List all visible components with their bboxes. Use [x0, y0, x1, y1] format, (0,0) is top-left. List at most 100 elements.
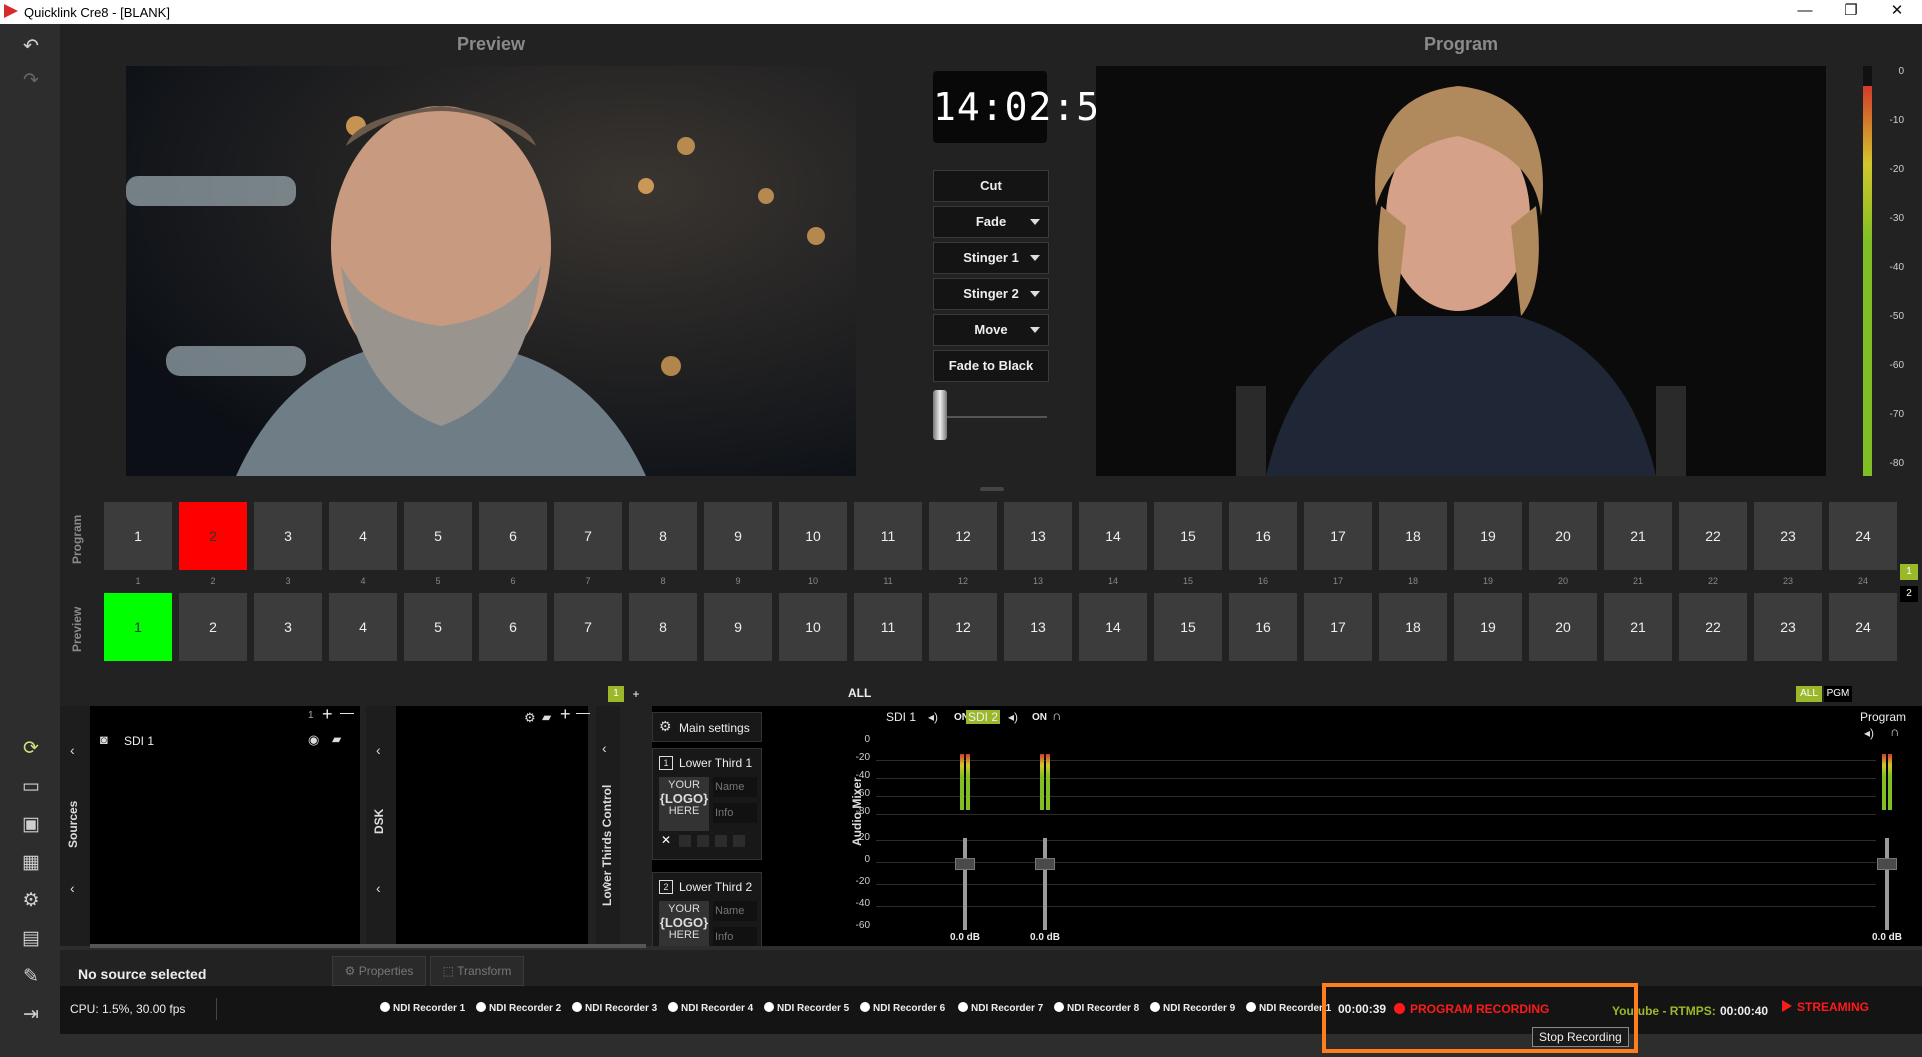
ndi-recorder-item[interactable]: NDI Recorder 4: [668, 1002, 753, 1014]
transform-button[interactable]: ⬚ Transform: [430, 956, 524, 986]
ndi-recorder-item[interactable]: NDI Recorder 6: [860, 1002, 945, 1014]
program-bus-button[interactable]: 14: [1079, 502, 1147, 570]
preview-bus-button[interactable]: 3: [254, 593, 322, 661]
logo-placeholder[interactable]: YOUR {LOGO} HERE: [659, 901, 709, 947]
chevron-down-icon[interactable]: [1030, 291, 1040, 297]
gear-icon[interactable]: ⚙: [18, 888, 44, 914]
horizontal-scrollbar[interactable]: [90, 944, 646, 948]
preview-bus-button[interactable]: 13: [1004, 593, 1072, 661]
ndi-recorder-item[interactable]: NDI Recorder 7: [958, 1002, 1043, 1014]
preview-bus-button[interactable]: 10: [779, 593, 847, 661]
chevron-left-icon[interactable]: ‹: [602, 740, 607, 756]
program-bus-button[interactable]: 2: [179, 502, 247, 570]
color-swatch[interactable]: [679, 835, 691, 847]
channel-fader[interactable]: [955, 858, 975, 870]
logo-placeholder[interactable]: YOUR {LOGO} HERE: [659, 777, 709, 831]
channel-fader[interactable]: [1035, 858, 1055, 870]
undo-icon[interactable]: ↶: [18, 34, 44, 60]
t-bar-handle[interactable]: [933, 390, 947, 440]
lock-icon[interactable]: ▰: [332, 732, 341, 746]
ndi-recorder-item[interactable]: NDI Recorder 1: [1246, 1002, 1331, 1014]
stinger1-button[interactable]: Stinger 1: [933, 242, 1049, 274]
program-bus-button[interactable]: 13: [1004, 502, 1072, 570]
chevron-down-icon[interactable]: [1030, 327, 1040, 333]
program-bus-button[interactable]: 1: [104, 502, 172, 570]
info-input[interactable]: [713, 803, 757, 823]
visibility-eye-icon[interactable]: ◉: [308, 732, 319, 748]
program-video[interactable]: [1096, 66, 1826, 476]
color-swatch[interactable]: [697, 835, 709, 847]
preview-bus-button[interactable]: 7: [554, 593, 622, 661]
lock-icon[interactable]: ▰: [542, 710, 551, 724]
add-source-button[interactable]: +: [322, 704, 333, 725]
program-bus-button[interactable]: 4: [329, 502, 397, 570]
channel-on-toggle[interactable]: ON: [1032, 712, 1047, 723]
streaming-label[interactable]: STREAMING: [1797, 1000, 1869, 1014]
restore-button[interactable]: ❐: [1828, 0, 1874, 24]
program-bus-button[interactable]: 11: [854, 502, 922, 570]
sync-icon[interactable]: ⟳: [18, 736, 44, 762]
gear-icon[interactable]: ⚙: [524, 710, 536, 726]
audio-filter-pgm[interactable]: PGM: [1824, 686, 1852, 702]
resize-handle[interactable]: [980, 487, 1004, 491]
preview-bus-button[interactable]: 11: [854, 593, 922, 661]
program-bus-button[interactable]: 8: [629, 502, 697, 570]
program-bus-button[interactable]: 16: [1229, 502, 1297, 570]
chevron-left-icon[interactable]: ‹: [602, 876, 607, 892]
bank-page-2[interactable]: 2: [1900, 586, 1918, 602]
ndi-recorder-item[interactable]: NDI Recorder 9: [1150, 1002, 1235, 1014]
recorder-radio-icon[interactable]: [380, 1002, 390, 1012]
recorder-radio-icon[interactable]: [764, 1002, 774, 1012]
recorder-radio-icon[interactable]: [860, 1002, 870, 1012]
audio-filter-all[interactable]: ALL: [1796, 686, 1822, 702]
chevron-down-icon[interactable]: [1030, 255, 1040, 261]
preview-bus-button[interactable]: 17: [1304, 593, 1372, 661]
program-bus-button[interactable]: 20: [1529, 502, 1597, 570]
info-input[interactable]: [713, 927, 757, 947]
ndi-recorder-item[interactable]: NDI Recorder 3: [572, 1002, 657, 1014]
ndi-recorder-item[interactable]: NDI Recorder 1: [380, 1002, 465, 1014]
files-icon[interactable]: ▤: [18, 926, 44, 952]
screen-share-icon[interactable]: ▣: [18, 812, 44, 838]
source-item-name[interactable]: SDI 1: [124, 734, 154, 748]
add-layer-button[interactable]: +: [628, 686, 644, 702]
headphones-icon[interactable]: ∩: [1890, 724, 1899, 739]
preview-bus-button[interactable]: 12: [929, 593, 997, 661]
speaker-icon[interactable]: ◂): [1008, 710, 1018, 724]
main-settings-button[interactable]: ⚙ Main settings: [652, 712, 762, 742]
fade-button[interactable]: Fade: [933, 206, 1049, 238]
remove-source-button[interactable]: —: [340, 704, 354, 720]
preview-bus-button[interactable]: 21: [1604, 593, 1672, 661]
program-bus-button[interactable]: 3: [254, 502, 322, 570]
preview-bus-button[interactable]: 16: [1229, 593, 1297, 661]
program-bus-button[interactable]: 22: [1679, 502, 1747, 570]
close-icon[interactable]: ✕: [661, 833, 671, 847]
preview-bus-button[interactable]: 15: [1154, 593, 1222, 661]
preview-bus-button[interactable]: 18: [1379, 593, 1447, 661]
redo-icon[interactable]: ↷: [18, 68, 44, 94]
recorder-radio-icon[interactable]: [1150, 1002, 1160, 1012]
preview-bus-button[interactable]: 6: [479, 593, 547, 661]
program-bus-button[interactable]: 15: [1154, 502, 1222, 570]
add-dsk-button[interactable]: +: [560, 704, 571, 725]
layer-tab-1[interactable]: 1: [608, 686, 624, 702]
headphones-icon[interactable]: ∩: [1052, 708, 1061, 723]
cut-button[interactable]: Cut: [933, 170, 1049, 202]
preview-bus-button[interactable]: 19: [1454, 593, 1522, 661]
preview-bus-button[interactable]: 24: [1829, 593, 1897, 661]
chevron-left-icon[interactable]: ‹: [376, 880, 381, 896]
fade-to-black-button[interactable]: Fade to Black: [933, 350, 1049, 382]
program-bus-button[interactable]: 19: [1454, 502, 1522, 570]
ndi-recorder-item[interactable]: NDI Recorder 8: [1054, 1002, 1139, 1014]
magic-icon[interactable]: ✎: [18, 964, 44, 990]
remove-dsk-button[interactable]: —: [576, 704, 590, 720]
layout-grid-icon[interactable]: ▦: [18, 850, 44, 876]
properties-button[interactable]: ⚙ Properties: [332, 956, 426, 986]
ndi-recorder-item[interactable]: NDI Recorder 2: [476, 1002, 561, 1014]
preview-bus-button[interactable]: 9: [704, 593, 772, 661]
color-swatch[interactable]: [733, 835, 745, 847]
preview-bus-button[interactable]: 5: [404, 593, 472, 661]
program-bus-button[interactable]: 18: [1379, 502, 1447, 570]
chevron-left-icon[interactable]: ‹: [70, 880, 75, 896]
program-bus-button[interactable]: 6: [479, 502, 547, 570]
